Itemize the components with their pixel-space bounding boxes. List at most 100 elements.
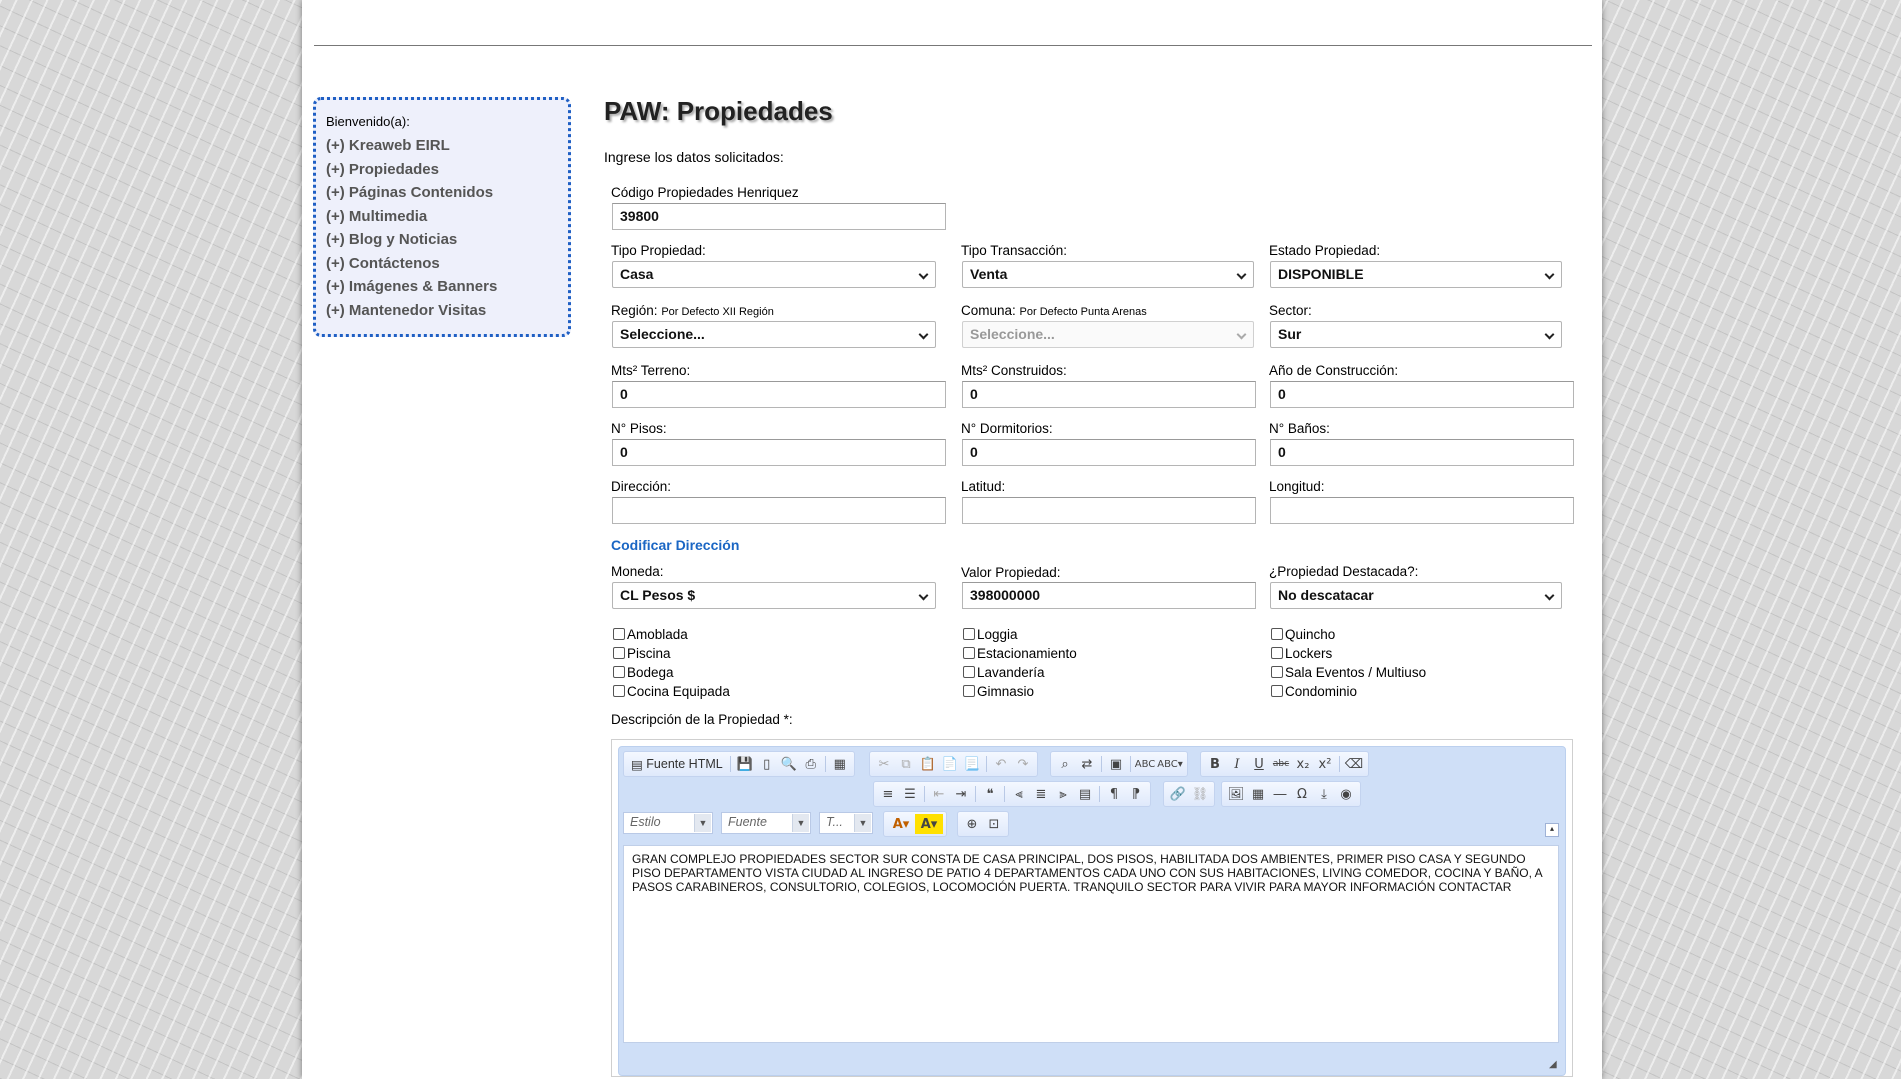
paste-word-icon[interactable]: 📃 (961, 754, 983, 774)
align-right-icon[interactable]: ⫸ (1052, 784, 1074, 804)
spellcheck-icon[interactable]: ABC (1134, 754, 1156, 774)
copy-icon[interactable]: ⧉ (895, 754, 917, 774)
mts-terreno-label: Mts² Terreno: (611, 363, 691, 378)
direccion-input[interactable] (612, 497, 946, 524)
indent-icon[interactable]: ⇥ (950, 784, 972, 804)
destacada-select[interactable]: No descatacar (1270, 582, 1562, 609)
outdent-icon[interactable]: ⇤ (928, 784, 950, 804)
remove-format-icon[interactable]: ⌫ (1343, 754, 1365, 774)
menu-item-kreaweb[interactable]: (+) Kreaweb EIRL (326, 134, 558, 158)
show-blocks-icon[interactable]: ⊡ (983, 814, 1005, 834)
estacionamiento-checkbox[interactable] (963, 647, 975, 659)
amoblada-checkbox[interactable] (613, 628, 625, 640)
sala-eventos-checkbox[interactable] (1271, 666, 1283, 678)
menu-item-contactenos[interactable]: (+) Contáctenos (326, 252, 558, 276)
ltr-icon[interactable]: ¶ (1103, 784, 1125, 804)
region-select[interactable]: Seleccione... (612, 321, 936, 348)
iframe-icon[interactable]: ◉ (1335, 784, 1357, 804)
new-page-icon[interactable]: ▯ (756, 754, 778, 774)
strikethrough-icon[interactable]: abc (1270, 754, 1292, 774)
dormitorios-input[interactable]: 0 (962, 439, 1256, 466)
quincho-checkbox[interactable] (1271, 628, 1283, 640)
sector-select[interactable]: Sur (1270, 321, 1562, 348)
moneda-select[interactable]: CL Pesos $ (612, 582, 936, 609)
collapse-toolbar-icon[interactable]: ▴ (1545, 823, 1559, 837)
mts-construidos-input[interactable]: 0 (962, 381, 1256, 408)
source-html-button[interactable]: ▤ Fuente HTML (627, 754, 727, 774)
superscript-icon[interactable]: x² (1314, 754, 1336, 774)
spellcheck-as-you-type-icon[interactable]: ABC▾ (1156, 754, 1184, 774)
special-char-icon[interactable]: Ω (1291, 784, 1313, 804)
tipo-propiedad-select[interactable]: Casa (612, 261, 936, 288)
select-all-icon[interactable]: ▣ (1105, 754, 1127, 774)
cocina-equipada-checkbox[interactable] (613, 685, 625, 697)
estado-propiedad-select[interactable]: DISPONIBLE (1270, 261, 1562, 288)
menu-item-propiedades[interactable]: (+) Propiedades (326, 158, 558, 182)
save-icon[interactable]: 💾 (734, 754, 756, 774)
menu-item-multimedia[interactable]: (+) Multimedia (326, 205, 558, 229)
codigo-input[interactable]: 39800 (612, 203, 946, 230)
lavanderia-checkbox[interactable] (963, 666, 975, 678)
align-left-icon[interactable]: ⫷ (1008, 784, 1030, 804)
find-icon[interactable]: ⌕ (1054, 754, 1076, 774)
unlink-icon[interactable]: ⛓ (1189, 784, 1211, 804)
bold-icon[interactable]: B (1204, 754, 1226, 774)
resize-handle-icon[interactable]: ◢ (1549, 1059, 1561, 1071)
banos-input[interactable]: 0 (1270, 439, 1574, 466)
text-color-icon[interactable]: A▾ (887, 814, 915, 834)
amenity-estacionamiento: Estacionamiento (963, 646, 1077, 661)
latitud-input[interactable] (962, 497, 1256, 524)
print-icon[interactable]: ⎙ (800, 754, 822, 774)
link-icon[interactable]: 🔗 (1167, 784, 1189, 804)
valor-propiedad-input[interactable]: 398000000 (962, 582, 1256, 609)
horizontal-rule-icon[interactable]: ― (1269, 784, 1291, 804)
background-color-icon[interactable]: A▾ (915, 814, 943, 834)
menu-item-mantenedor-visitas[interactable]: (+) Mantenedor Visitas (326, 299, 558, 323)
comuna-select[interactable]: Seleccione... (962, 321, 1254, 348)
style-combo[interactable]: Estilo ▼ (623, 812, 713, 834)
tipo-transaccion-select[interactable]: Venta (962, 261, 1254, 288)
size-combo[interactable]: T... ▼ (819, 812, 873, 834)
table-icon[interactable]: ▦ (1247, 784, 1269, 804)
rtl-icon[interactable]: ⁋ (1125, 784, 1147, 804)
blockquote-icon[interactable]: ❝ (979, 784, 1001, 804)
maximize-icon[interactable]: ⊕ (961, 814, 983, 834)
subscript-icon[interactable]: x₂ (1292, 754, 1314, 774)
italic-icon[interactable]: I (1226, 754, 1248, 774)
font-combo[interactable]: Fuente ▼ (721, 812, 811, 834)
preview-icon[interactable]: 🔍 (778, 754, 800, 774)
image-icon[interactable]: 🖼 (1225, 784, 1247, 804)
codigo-label: Código Propiedades Henriquez (611, 185, 799, 200)
templates-icon[interactable]: ▦ (829, 754, 851, 774)
underline-icon[interactable]: U (1248, 754, 1270, 774)
replace-icon[interactable]: ⇄ (1076, 754, 1098, 774)
paste-text-icon[interactable]: 📄 (939, 754, 961, 774)
bulleted-list-icon[interactable]: ☰ (899, 784, 921, 804)
justify-icon[interactable]: ▤ (1074, 784, 1096, 804)
longitud-label: Longitud: (1269, 479, 1325, 494)
lockers-checkbox[interactable] (1271, 647, 1283, 659)
menu-item-paginas-contenidos[interactable]: (+) Páginas Contenidos (326, 181, 558, 205)
align-center-icon[interactable]: ≣ (1030, 784, 1052, 804)
mts-terreno-input[interactable]: 0 (612, 381, 946, 408)
moneda-label: Moneda: (611, 564, 664, 579)
redo-icon[interactable]: ↷ (1012, 754, 1034, 774)
anio-construccion-input[interactable]: 0 (1270, 381, 1574, 408)
paste-icon[interactable]: 📋 (917, 754, 939, 774)
undo-icon[interactable]: ↶ (990, 754, 1012, 774)
numbered-list-icon[interactable]: ≡ (877, 784, 899, 804)
longitud-input[interactable] (1270, 497, 1574, 524)
condominio-checkbox[interactable] (1271, 685, 1283, 697)
menu-item-imagenes-banners[interactable]: (+) Imágenes & Banners (326, 275, 558, 299)
pisos-input[interactable]: 0 (612, 439, 946, 466)
cut-icon[interactable]: ✂ (873, 754, 895, 774)
loggia-checkbox[interactable] (963, 628, 975, 640)
source-icon: ▤ (631, 757, 647, 772)
page-break-icon[interactable]: ⤓ (1313, 784, 1335, 804)
gimnasio-checkbox[interactable] (963, 685, 975, 697)
piscina-checkbox[interactable] (613, 647, 625, 659)
menu-item-blog-noticias[interactable]: (+) Blog y Noticias (326, 228, 558, 252)
codificar-direccion-link[interactable]: Codificar Dirección (611, 537, 739, 553)
bodega-checkbox[interactable] (613, 666, 625, 678)
editor-content-area[interactable]: GRAN COMPLEJO PROPIEDADES SECTOR SUR CON… (623, 845, 1559, 1043)
